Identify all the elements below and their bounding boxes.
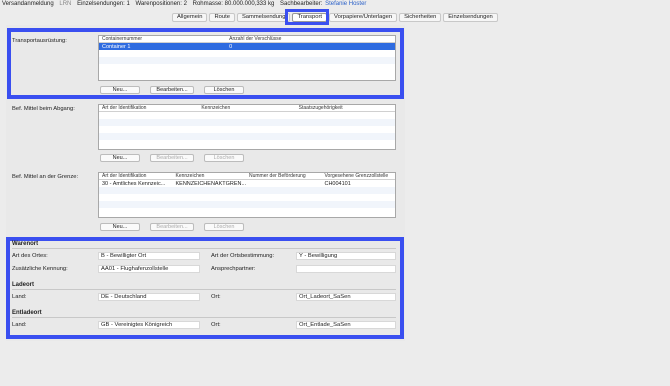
abgang-edit-button[interactable]: Bearbeiten... [150,154,194,162]
entladeort-land-label: Land: [12,322,27,328]
warenort-divider [12,248,396,249]
table-row[interactable]: 30 - Amtliches Kennzeic... KENNZEICHENAK… [99,180,395,187]
column-header[interactable]: Vorgesehene Grenzzollstelle [321,173,395,179]
table-row[interactable] [99,187,395,194]
column-header[interactable]: Kennzeichen [173,173,247,179]
tab-sammelsendung[interactable]: Sammelsendung [236,13,291,22]
column-header[interactable]: Art der Identifikation [99,173,173,179]
transportausruestung-table[interactable]: Containernummer Anzahl der Verschlüsse C… [98,35,396,81]
abgang-table[interactable]: Art der Identifikation Kennzeichen Staat… [98,104,396,150]
table-row[interactable]: Container 1 0 [99,43,395,50]
column-header[interactable]: Kennzeichen [198,105,295,111]
table-row[interactable] [99,57,395,64]
column-header[interactable]: Art der Identifikation [99,105,198,111]
tab-route[interactable]: Route [209,13,235,22]
grenze-label: Bef. Mittel an der Grenze: [12,174,79,180]
ladeort-divider [12,289,396,290]
abgang-delete-button[interactable]: Löschen [204,154,244,162]
table-row[interactable] [99,133,395,140]
table-cell: KENNZEICHENAKTGREN... [175,180,247,187]
abgang-label: Bef. Mittel beim Abgang: [12,106,75,112]
tab-vorpapiere[interactable]: Vorpapiere/Unterlagen [329,13,398,22]
table-header: Containernummer Anzahl der Verschlüsse [99,36,395,43]
rohmasse-value: Rohmasse: 80.000.000,333 kg [192,1,275,7]
table-cell: 30 - Amtliches Kennzeic... [102,180,166,187]
table-row[interactable] [99,64,395,71]
warenpositionen-count: Warenpositionen: 2 [135,1,187,7]
ansprechpartner-label: Ansprechpartner: [211,266,256,272]
transportausruestung-new-button[interactable]: Neu... [100,86,140,94]
column-header[interactable]: Containernummer [99,36,226,42]
grenze-delete-button[interactable]: Löschen [204,223,244,231]
column-header[interactable]: Nummer der Beförderung [246,173,321,179]
tab-einzelsendungen[interactable]: Einzelsendungen [443,13,498,22]
art-des-ortes-field[interactable]: B - Bewilligter Ort [98,252,200,260]
transportausruestung-edit-button[interactable]: Bearbeiten... [150,86,194,94]
status-header: Versandanmeldung LRN Einzelsendungen: 1 … [2,1,370,9]
header-title: Versandanmeldung [2,1,54,7]
ladeort-ort-label: Ort: [211,294,221,300]
tab-sicherheiten[interactable]: Sicherheiten [399,13,442,22]
transportausruestung-label: Transportausrüstung: [12,38,67,44]
tab-allgemein[interactable]: Allgemein [172,13,208,22]
zusaetzliche-kennung-field[interactable]: AA01 - Flughafenzollstelle [98,265,200,273]
entladeort-land-field[interactable]: GB - Vereinigtes Königreich [98,321,200,329]
warenort-title: Warenort [12,241,39,247]
art-des-ortes-label: Art des Ortes: [12,253,48,259]
sachbearbeiter-label: Sachbearbeiter: [280,1,323,7]
column-header[interactable]: Staatszugehörigkeit [296,105,395,111]
entladeort-ort-field[interactable]: Ort_Entlade_SaSen [296,321,396,329]
table-header: Art der Identifikation Kennzeichen Numme… [99,173,395,180]
table-cell: CH004101 [324,180,351,187]
tab-highlight-frame [285,9,329,25]
table-row[interactable] [99,50,395,57]
art-ortsbestimmung-label: Art der Ortsbestimmung: [211,253,275,259]
table-row[interactable] [99,126,395,133]
tab-bar: Allgemein Route Sammelsendung Transport … [172,13,500,22]
art-ortsbestimmung-field[interactable]: Y - Bewilligung [296,252,396,260]
transportausruestung-delete-button[interactable]: Löschen [204,86,244,94]
table-row[interactable] [99,119,395,126]
table-row[interactable] [99,112,395,119]
abgang-new-button[interactable]: Neu... [100,154,140,162]
column-header[interactable]: Anzahl der Verschlüsse [226,36,395,42]
ladeort-land-field[interactable]: DE - Deutschland [98,293,200,301]
entladeort-divider [12,317,396,318]
sachbearbeiter-name[interactable]: Stefanie Hoster [325,1,366,7]
table-row[interactable] [99,194,395,201]
zusaetzliche-kennung-label: Zusätzliche Kennung: [12,266,68,272]
grenze-new-button[interactable]: Neu... [100,223,140,231]
ansprechpartner-field[interactable] [296,265,396,273]
grenze-table[interactable]: Art der Identifikation Kennzeichen Numme… [98,172,396,218]
entladeort-ort-label: Ort: [211,322,221,328]
entladeort-title: Entladeort [12,310,42,316]
ladeort-title: Ladeort [12,282,35,288]
lrn-label: LRN [59,1,72,7]
table-row[interactable] [99,201,395,208]
einzelsendungen-count: Einzelsendungen: 1 [77,1,130,7]
table-header: Art der Identifikation Kennzeichen Staat… [99,105,395,112]
table-cell: 0 [229,43,233,50]
ladeort-ort-field[interactable]: Ort_Ladeort_SaSen [296,293,396,301]
table-cell: Container 1 [102,43,131,50]
ladeort-land-label: Land: [12,294,27,300]
grenze-edit-button[interactable]: Bearbeiten... [150,223,194,231]
